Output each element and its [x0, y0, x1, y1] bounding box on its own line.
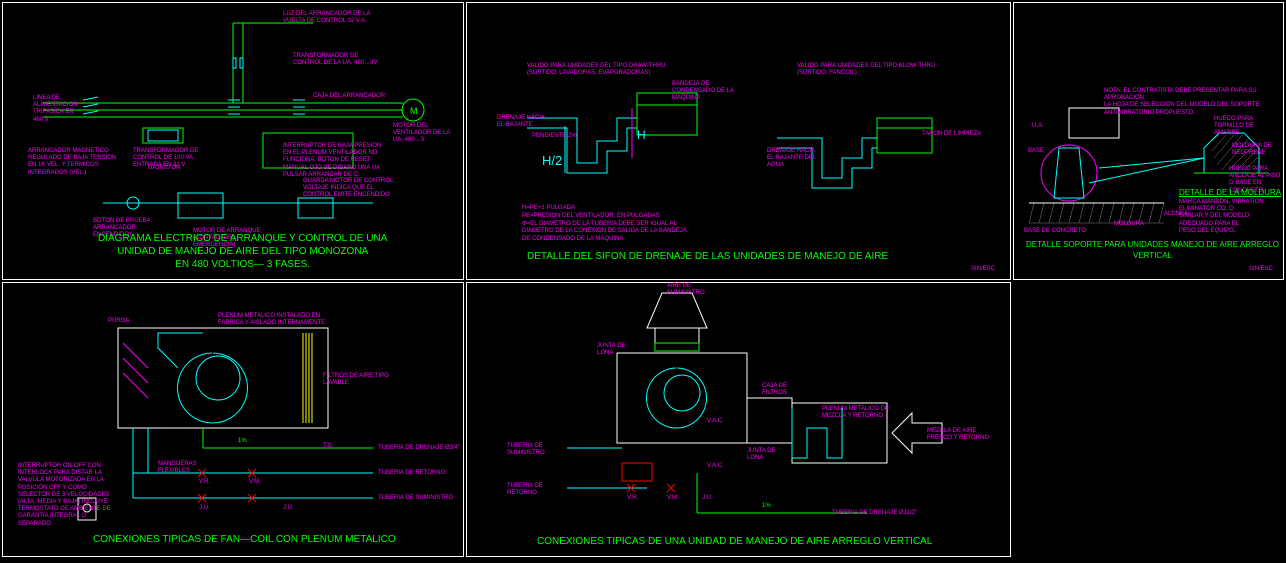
lbl-vr5: V.R.	[627, 495, 638, 502]
annot-supply-pipe: TUBERIA DE SUMINISTRO	[507, 443, 557, 457]
annot-filterbox: CAJA DE FILTROS	[762, 383, 802, 397]
annot-mix: MEZCLA DE AIRE FRESCO Y RETORNO	[927, 428, 997, 442]
lbl-vm: V.M.	[249, 479, 261, 486]
panel2-title: DETALLE DEL SIFON DE DRENAJE DE LAS UNID…	[527, 250, 888, 263]
annot-supply-line: LINEA DE ALIMENTACION TRIFASICA EN 480 V	[33, 95, 83, 124]
lbl-vm5: V.M.	[667, 495, 679, 502]
annot-supply: TUBERIA DE SUMINISTRO	[378, 495, 453, 502]
annot-ua: U.A.	[1032, 123, 1044, 130]
annot-base: BASE	[1028, 148, 1044, 155]
panel4-title: CONEXIONES TIPICAS DE FAN—COIL CON PLENU…	[93, 533, 396, 546]
annot-drain: DRENAJE HACIA EL BAJANTE	[497, 115, 547, 129]
annot-vac1: V.A.C.	[707, 418, 724, 425]
mold-subnote: MARCA MANSON, VIBRATION ELIMINATOR CO. O…	[1179, 199, 1279, 235]
label-m: M	[410, 106, 418, 117]
lbl-jl2: J.U.	[283, 505, 294, 512]
annot-draw-thru: VALIDO PARA UNIDADES DEL TIPO DRAW-THRU …	[527, 63, 687, 77]
panel-fancoil: PURGA PLENUM METALICO INSTALADO EN FABRI…	[2, 282, 464, 557]
annot-starter: ARRANCADOR MAGNETICO REGULADO DE BAJA TE…	[28, 148, 118, 177]
panel-ahu-vertical: AIRE DE SUMINISTRO JUNTA DE LONA CAJA DE…	[466, 282, 1011, 557]
panel-siphon: VALIDO PARA UNIDADES DEL TIPO DRAW-THRU …	[466, 2, 1011, 280]
ahu-drawing	[467, 283, 1012, 558]
panel5-title: CONEXIONES TIPICAS DE UNA UNIDAD DE MANE…	[537, 535, 932, 548]
annot-motor: MOTOR DEL VENTILADOR DE LA UA, 480→3	[393, 123, 453, 145]
panel-support: NOTA: EL CONTRATISTA DEBE PRESENTAR PARA…	[1013, 2, 1284, 280]
annot-mold: MOLDURA	[1114, 221, 1144, 228]
annot-blow-thru: VALIDO PARA UNIDADES DEL TIPO BLOW-THRU …	[797, 63, 937, 77]
annot-light: LUZ DEL ARRANCADOR DE LA VUELTA DE CONTR…	[283, 11, 373, 25]
panel-electrical: LINEA DE ALIMENTACION TRIFASICA EN 480 V…	[2, 2, 464, 280]
lbl-ts: T.S.	[323, 443, 333, 450]
lbl-vr: V.R.	[199, 479, 210, 486]
annot-guard: GUARDA MOTOR DE CONTROL VOLTAJE INDICA Q…	[303, 178, 393, 200]
annot-plenum: PLENUM METALICO DE MEZCLA Y RETORNO	[822, 406, 902, 420]
annot-purge: PURGA	[108, 318, 129, 325]
scale3: SIN/ESC	[1249, 266, 1273, 273]
annot-starter-box: CAJA DEL ARRANCADOR	[313, 93, 385, 100]
siphon-note: H=PE+1 PULGADA PE=PRESION DEL VENTILADOR…	[522, 205, 687, 244]
annot-ua-transformer: TRANSFORMADOR DE CONTROL DE LA UA, 480→3…	[293, 53, 383, 67]
annot-pressure-sw: INTERRUPTOR DE BAJA PRESION EN EL PLENUM…	[283, 143, 383, 179]
annot-tray: BANDEJA DE CONDENSADO DE LA MAQUINA	[672, 81, 742, 103]
annot-vac2: V.A.C.	[707, 463, 724, 470]
annot-concrete: BASE DE CONCRETO	[1024, 228, 1086, 235]
annot-canvas2: JUNTA DE LONA	[747, 448, 787, 462]
annot-return-pipe: TUBERIA DE RETORNO	[507, 483, 557, 497]
annot-return: TUBERIA DE RETORNO	[378, 470, 445, 477]
dim-h: H	[637, 128, 646, 142]
lbl-jl5: J.U.	[702, 495, 713, 502]
support-note: NOTA: EL CONTRATISTA DEBE PRESENTAR PARA…	[1104, 88, 1279, 117]
annot-switch: INTERRUPTOR ON-OFF CON INTERLOCK PARA DI…	[18, 463, 118, 528]
lbl-1pct5: 1%	[762, 503, 771, 510]
annot-canvas1: JUNTA DE LONA	[597, 343, 637, 357]
annot-drain-pipe: TUBERIA DE DRENAJE Ø11/2"	[832, 510, 917, 517]
annot-plenum: PLENUM METALICO INSTALADO EN FABRICA Y A…	[218, 313, 328, 327]
scale2: SIN/ESC	[971, 266, 995, 273]
annot-slope: PENDIENTE 2%	[532, 133, 577, 140]
annot-drain: TUBERIA DE DRENAJE Ø3/4"	[378, 445, 460, 452]
annot-neoprene: MOLDURA DE NEOPRENE	[1232, 143, 1286, 157]
panel3-title: DETALLE SOPORTE PARA UNIDADES MANEJO DE …	[1022, 240, 1283, 261]
lbl-1pct: 1%	[238, 438, 247, 445]
lbl-jl1: J.U.	[199, 505, 210, 512]
annot-supply-air: AIRE DE SUMINISTRO	[667, 283, 717, 297]
mold-subtitle: DETALLE DE LA MOLDURA	[1179, 188, 1281, 198]
label-ua1620: UA1620 ON	[148, 165, 180, 172]
dim-h2: H/2	[542, 153, 562, 168]
annot-flex: MANGUERAS FLEXIBLES	[158, 461, 208, 475]
annot-hole: HUECO PARA TORNILLO DE AMARRE	[1214, 116, 1274, 138]
panel1-title: DIAGRAMA ELECTRICO DE ARRANQUE Y CONTROL…	[98, 232, 387, 271]
annot-filters: FILTROS DE AIRE TIPO LAVABLE	[323, 373, 403, 387]
annot-plug: TAPON DE LIMPIEZA	[922, 131, 982, 138]
annot-drain2: DRENAJE HACIA EL BAJANTE DEL AGUA	[767, 148, 817, 170]
